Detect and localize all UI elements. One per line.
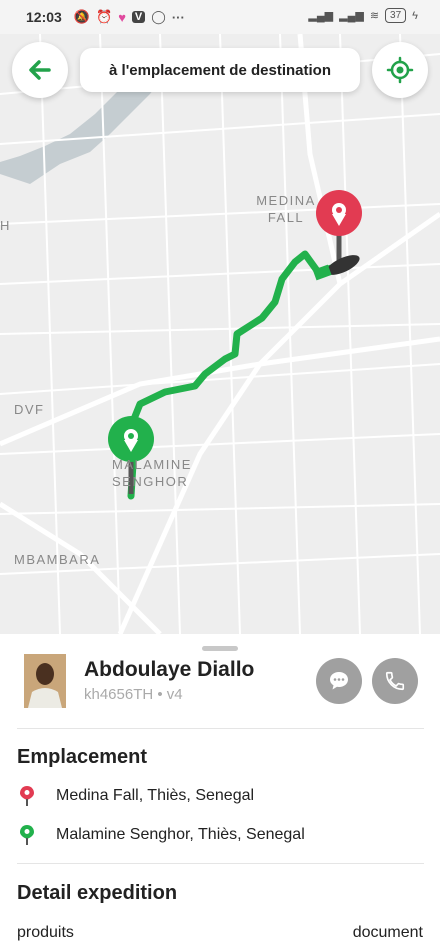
wifi-icon: ≋ xyxy=(369,10,380,22)
phone-icon xyxy=(385,671,405,691)
vine-app-icon: V xyxy=(131,11,146,23)
driver-name: Abdoulaye Diallo xyxy=(84,658,255,681)
more-dots-icon: ··· xyxy=(171,9,185,25)
back-button[interactable] xyxy=(12,42,68,98)
products-value: document xyxy=(352,924,423,941)
driver-plate: kh4656TH • v4 xyxy=(84,686,183,703)
detail-section-title: Detail expedition xyxy=(17,882,178,904)
bottom-sheet: Abdoulaye Diallo kh4656TH • v4 Emplaceme… xyxy=(0,634,440,944)
mute-icon: 🔕 xyxy=(73,9,90,24)
destination-location-row: Medina Fall, Thiès, Senegal xyxy=(17,786,254,806)
notification-icons: 🔕 ⏰ ♥ V ◯ ··· xyxy=(74,9,185,25)
green-pin-icon xyxy=(20,825,34,845)
destination-pin-icon xyxy=(316,190,362,266)
status-bar: 12:03 🔕 ⏰ ♥ V ◯ ··· ▂▄▆ ▂▄▆ ≋ 37 ϟ xyxy=(0,0,440,34)
map-label-dvf: DVF xyxy=(14,402,45,417)
system-icons: ▂▄▆ ▂▄▆ ≋ 37 ϟ xyxy=(308,8,418,23)
battery-icon: 37 xyxy=(385,8,407,23)
avatar xyxy=(24,654,66,708)
locate-button[interactable] xyxy=(372,42,428,98)
sheet-handle[interactable] xyxy=(202,646,238,651)
charging-icon: ϟ xyxy=(412,9,418,22)
map-canvas xyxy=(0,34,440,634)
destination-pill[interactable]: à l'emplacement de destination xyxy=(80,48,360,92)
map-view[interactable]: MEDINA FALL DVF MALAMINE SENGHOR MBAMBAR… xyxy=(0,34,440,634)
map-label-medina-fall: MEDINA FALL xyxy=(256,193,316,225)
map-label-mbambara: MBAMBARA xyxy=(14,552,101,567)
heart-app-icon: ♥ xyxy=(118,9,126,25)
chat-button[interactable] xyxy=(316,658,362,704)
arrow-left-icon xyxy=(29,60,51,80)
call-button[interactable] xyxy=(372,658,418,704)
map-label-malamine-senghor: MALAMINE SENGHOR xyxy=(112,457,192,489)
map-label-h: H xyxy=(0,218,11,233)
origin-address: Malamine Senghor, Thiès, Senegal xyxy=(56,826,305,843)
divider xyxy=(17,863,424,864)
origin-location-row: Malamine Senghor, Thiès, Senegal xyxy=(17,825,305,845)
signal-icon-2: ▂▄▆ xyxy=(339,10,364,22)
crosshair-icon xyxy=(386,56,414,84)
signal-icon: ▂▄▆ xyxy=(308,10,334,22)
location-section-title: Emplacement xyxy=(17,746,148,768)
chat-icon xyxy=(330,672,348,690)
products-label: produits xyxy=(17,924,74,941)
whatsapp-icon: ◯ xyxy=(151,9,166,24)
status-time: 12:03 xyxy=(26,9,62,25)
alarm-icon: ⏰ xyxy=(96,9,113,24)
red-pin-icon xyxy=(20,786,34,806)
divider xyxy=(17,728,424,729)
destination-address: Medina Fall, Thiès, Senegal xyxy=(56,787,255,804)
